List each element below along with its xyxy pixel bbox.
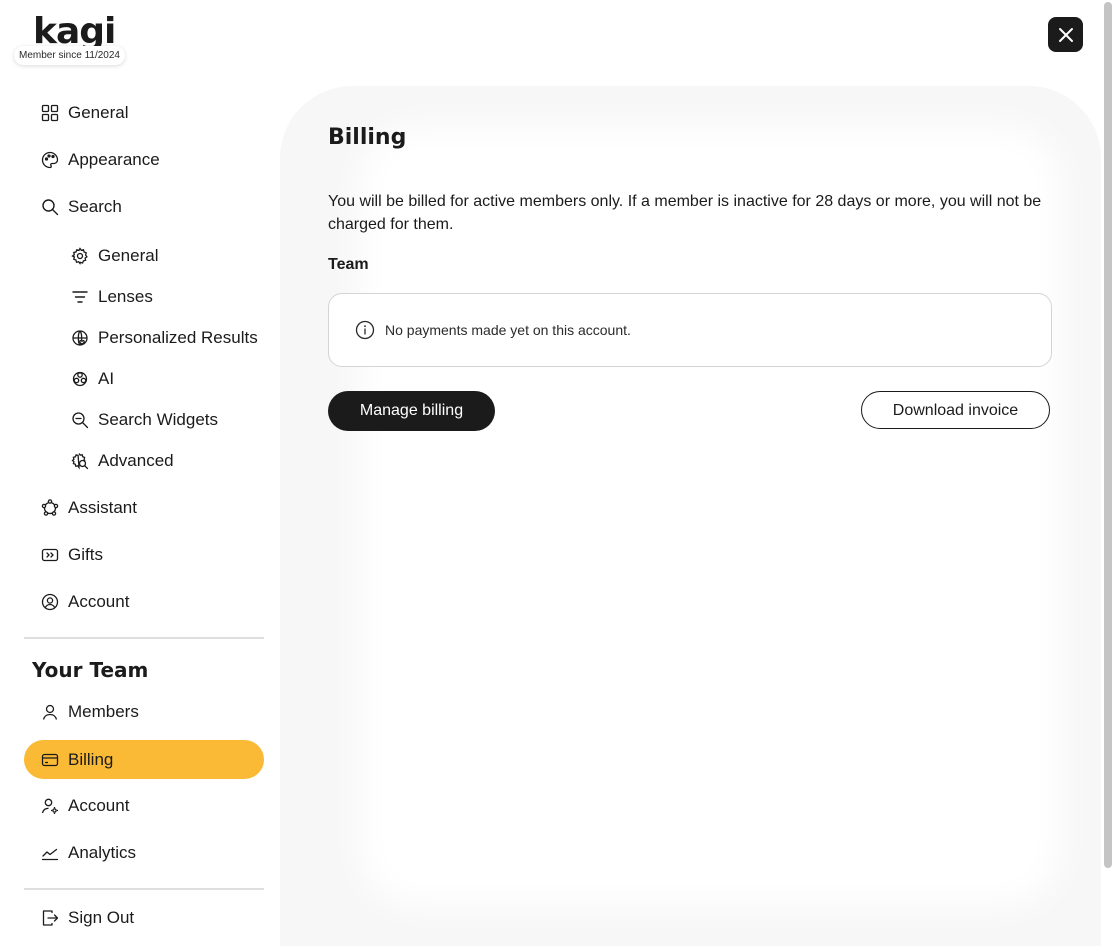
sidebar-item-label: General: [68, 103, 129, 122]
sidebar-item-gifts[interactable]: Gifts: [24, 535, 264, 574]
user-circle-icon: [40, 592, 60, 612]
sidebar-subitem-ai[interactable]: AI: [24, 359, 264, 398]
close-icon: [1057, 26, 1075, 44]
sidebar-item-assistant[interactable]: Assistant: [24, 488, 264, 527]
sidebar-item-label: Personalized Results: [98, 328, 258, 347]
gear-icon: [70, 246, 90, 266]
gift-card-icon: [40, 545, 60, 565]
sidebar-item-analytics[interactable]: Analytics: [24, 833, 264, 872]
sidebar-item-label: Analytics: [68, 843, 137, 862]
sidebar-item-label: Gifts: [68, 545, 103, 564]
sidebar-divider: [24, 888, 264, 890]
gear-search-icon: [70, 451, 90, 471]
brain-icon: [70, 369, 90, 389]
sidebar-divider: [24, 637, 264, 639]
panel-background: [360, 126, 1061, 906]
sidebar-item-label: AI: [98, 369, 115, 388]
assistant-icon: [40, 498, 60, 518]
credit-card-icon: [40, 750, 60, 770]
sidebar-item-label: Search: [68, 197, 122, 216]
sidebar-item-label: Advanced: [98, 451, 174, 470]
sidebar-subitem-advanced[interactable]: Advanced: [24, 441, 264, 480]
grid-icon: [40, 103, 60, 123]
close-button[interactable]: [1048, 17, 1083, 52]
sidebar-item-label: General: [98, 246, 159, 265]
sidebar-item-label: Assistant: [68, 498, 137, 517]
team-section-heading: Your Team: [32, 658, 149, 682]
sidebar-item-label: Account: [68, 796, 130, 815]
sidebar-item-label: Sign Out: [68, 908, 135, 927]
sidebar-subitem-general[interactable]: General: [24, 236, 264, 275]
chart-line-icon: [40, 843, 60, 863]
person-icon: [40, 702, 60, 722]
sidebar-item-team-account[interactable]: Account: [24, 786, 264, 825]
globe-heart-icon: [70, 328, 90, 348]
sidebar-item-members[interactable]: Members: [24, 692, 264, 731]
filter-icon: [70, 287, 90, 307]
info-icon: [355, 320, 375, 340]
sidebar-item-general[interactable]: General: [24, 93, 264, 132]
palette-icon: [40, 150, 60, 170]
scrollbar-thumb[interactable]: [1104, 2, 1112, 868]
team-subtitle: Team: [328, 256, 369, 273]
info-message: No payments made yet on this account.: [385, 322, 631, 338]
sidebar-item-account[interactable]: Account: [24, 582, 264, 621]
member-since-badge: Member since 11/2024: [14, 46, 125, 65]
payments-info-box: No payments made yet on this account.: [328, 293, 1052, 367]
sidebar-item-label: Billing: [68, 750, 114, 769]
sidebar-subitem-personalized-results[interactable]: Personalized Results: [24, 318, 264, 357]
sidebar-item-billing[interactable]: Billing: [24, 740, 264, 779]
sign-out-button[interactable]: Sign Out: [24, 898, 264, 937]
search-widget-icon: [70, 410, 90, 430]
search-icon: [40, 197, 60, 217]
settings-page: kagi Member since 11/2024 General Appear…: [0, 0, 1115, 951]
sign-out-icon: [40, 908, 60, 928]
sidebar-subitem-search-widgets[interactable]: Search Widgets: [24, 400, 264, 439]
person-gear-icon: [40, 796, 60, 816]
manage-billing-button[interactable]: Manage billing: [328, 391, 495, 431]
sidebar-item-label: Lenses: [98, 287, 153, 306]
sidebar-item-label: Members: [68, 702, 139, 721]
sidebar-item-label: Appearance: [68, 150, 160, 169]
sidebar-item-appearance[interactable]: Appearance: [24, 140, 264, 179]
page-title: Billing: [328, 125, 407, 150]
download-invoice-button[interactable]: Download invoice: [861, 391, 1050, 429]
billing-description: You will be billed for active members on…: [328, 193, 1042, 233]
sidebar-item-search[interactable]: Search: [24, 187, 264, 226]
sidebar-item-label: Search Widgets: [98, 410, 218, 429]
sidebar-item-label: Account: [68, 592, 130, 611]
sidebar-subitem-lenses[interactable]: Lenses: [24, 277, 264, 316]
